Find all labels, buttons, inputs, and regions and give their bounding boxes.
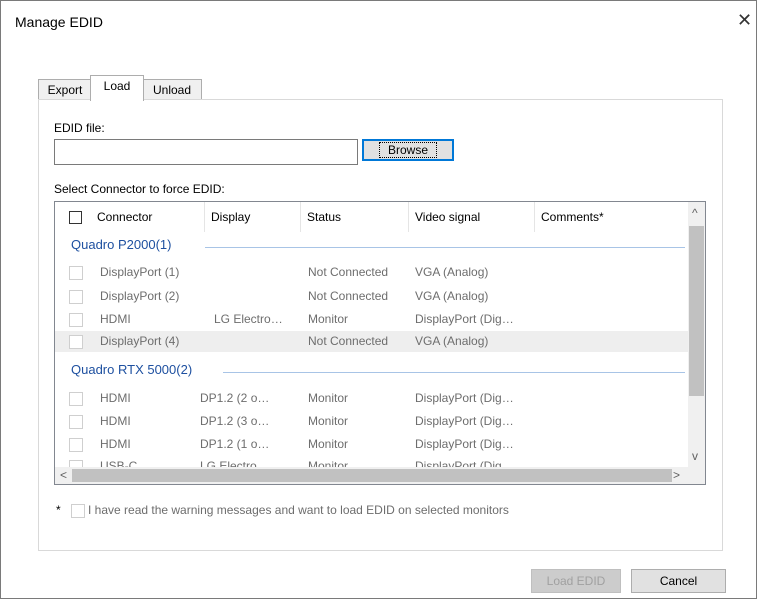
group-header-quadro-rtx-5000: Quadro RTX 5000(2)	[71, 362, 193, 377]
row-checkbox[interactable]	[69, 335, 83, 349]
cell-status: Monitor	[308, 312, 349, 326]
browse-button[interactable]: Browse	[362, 139, 454, 161]
horizontal-scrollbar[interactable]: < >	[55, 467, 705, 484]
cancel-button[interactable]: Cancel	[631, 569, 726, 593]
tab-export[interactable]: Export	[38, 79, 92, 100]
scroll-up-icon[interactable]: ^	[692, 207, 698, 219]
table-row[interactable]: DisplayPort (2) Not Connected VGA (Analo…	[55, 286, 688, 307]
dialog-title: Manage EDID	[15, 14, 103, 30]
table-row[interactable]: HDMI DP1.2 (1 o… Monitor DisplayPort (Di…	[55, 434, 688, 455]
table-row[interactable]: DisplayPort (1) Not Connected VGA (Analo…	[55, 262, 688, 283]
cell-video-signal: VGA (Analog)	[415, 334, 489, 348]
cell-connector: HDMI	[100, 414, 131, 428]
group-divider	[223, 372, 685, 373]
table-row[interactable]: HDMI LG Electro… Monitor DisplayPort (Di…	[55, 309, 688, 330]
row-checkbox[interactable]	[69, 290, 83, 304]
cell-connector: HDMI	[100, 312, 131, 326]
cell-connector: DisplayPort (2)	[100, 289, 180, 303]
cell-status: Monitor	[308, 437, 349, 451]
cell-connector: HDMI	[100, 437, 131, 451]
manage-edid-dialog: Manage EDID ✕ Export Load Unload EDID fi…	[0, 0, 757, 599]
row-checkbox[interactable]	[69, 313, 83, 327]
select-connector-label: Select Connector to force EDID:	[54, 182, 225, 196]
row-checkbox[interactable]	[69, 415, 83, 429]
column-header-connector[interactable]: Connector	[91, 202, 205, 232]
cell-video-signal: VGA (Analog)	[415, 289, 489, 303]
group-header-quadro-p2000: Quadro P2000(1)	[71, 237, 172, 252]
edid-file-label: EDID file:	[54, 121, 105, 135]
cell-connector: DisplayPort (4)	[100, 334, 180, 348]
cell-display: DP1.2 (3 o…	[200, 414, 270, 428]
vertical-scroll-thumb[interactable]	[689, 226, 704, 396]
group-divider	[205, 247, 685, 248]
row-checkbox[interactable]	[69, 438, 83, 452]
cell-status: Not Connected	[308, 265, 389, 279]
close-icon[interactable]: ✕	[737, 11, 752, 29]
table-row[interactable]: HDMI DP1.2 (2 o… Monitor DisplayPort (Di…	[55, 388, 688, 409]
row-checkbox[interactable]	[69, 392, 83, 406]
cell-display: DP1.2 (2 o…	[200, 391, 270, 405]
cell-status: Monitor	[308, 391, 349, 405]
connector-list: Connector Display Status Video signal Co…	[54, 201, 706, 485]
cell-video-signal: DisplayPort (Dig…	[415, 414, 514, 428]
column-header-display[interactable]: Display	[205, 202, 301, 232]
horizontal-scroll-thumb[interactable]	[72, 469, 672, 482]
scroll-down-icon[interactable]: v	[692, 450, 698, 462]
scroll-right-icon[interactable]: >	[673, 469, 680, 481]
browse-button-label: Browse	[378, 142, 437, 158]
title-bar: Manage EDID ✕	[1, 1, 756, 43]
table-row[interactable]: DisplayPort (4) Not Connected VGA (Analo…	[55, 331, 688, 352]
cell-status: Monitor	[308, 414, 349, 428]
edid-file-input[interactable]	[54, 139, 358, 165]
table-row[interactable]: HDMI DP1.2 (3 o… Monitor DisplayPort (Di…	[55, 411, 688, 432]
cell-status: Not Connected	[308, 334, 389, 348]
warning-asterisk: *	[56, 503, 61, 517]
cell-video-signal: VGA (Analog)	[415, 265, 489, 279]
load-edid-button[interactable]: Load EDID	[531, 569, 621, 593]
warning-acknowledge-checkbox[interactable]	[71, 504, 85, 518]
tab-load[interactable]: Load	[90, 75, 144, 101]
column-header-status[interactable]: Status	[301, 202, 409, 232]
warning-acknowledge-label[interactable]: I have read the warning messages and wan…	[88, 503, 509, 517]
column-header-video-signal[interactable]: Video signal	[409, 202, 535, 232]
tab-unload[interactable]: Unload	[142, 79, 202, 100]
cell-status: Not Connected	[308, 289, 389, 303]
cell-display: DP1.2 (1 o…	[200, 437, 270, 451]
cell-connector: HDMI	[100, 391, 131, 405]
cell-display: LG Electro…	[214, 312, 283, 326]
row-checkbox[interactable]	[69, 266, 83, 280]
select-all-checkbox[interactable]	[69, 211, 82, 224]
column-header-comments[interactable]: Comments*	[535, 202, 688, 232]
cell-video-signal: DisplayPort (Dig…	[415, 391, 514, 405]
vertical-scrollbar[interactable]: ^ v	[688, 202, 705, 467]
cell-video-signal: DisplayPort (Dig…	[415, 437, 514, 451]
cell-video-signal: DisplayPort (Dig…	[415, 312, 514, 326]
scroll-left-icon[interactable]: <	[60, 469, 67, 481]
cell-connector: DisplayPort (1)	[100, 265, 180, 279]
list-header: Connector Display Status Video signal Co…	[55, 202, 688, 232]
